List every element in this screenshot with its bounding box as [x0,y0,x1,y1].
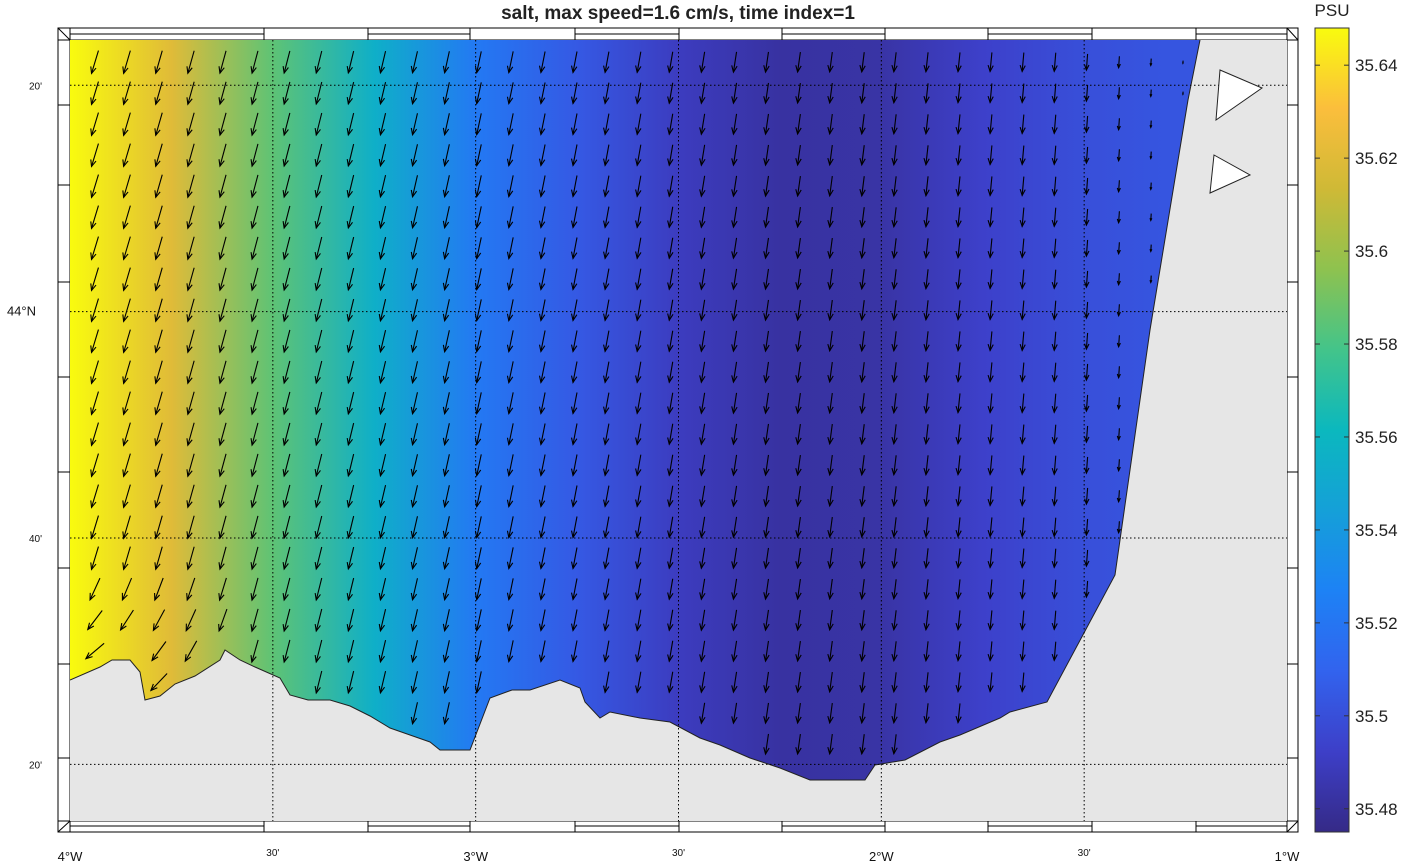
frame-corner [57,820,71,833]
colorbar-tick-label: 35.52 [1355,614,1398,633]
frame-corner [1286,27,1299,41]
x-tick-label: 3°W [463,849,488,864]
colorbar-tick-label: 35.48 [1355,800,1398,819]
colorbar-tick-label: 35.64 [1355,56,1398,75]
frame-corner [1286,820,1299,833]
x-tick-label: 2°W [869,849,894,864]
colorbar: PSU 35.48 35.5 35.52 35.54 35.56 35.58 35.6 35.… [1314,1,1398,833]
colorbar-scale [1314,27,1350,833]
colorbar-tick-label: 35.54 [1355,521,1398,540]
current-arrow [1182,91,1184,96]
x-tick-label: 30' [1078,848,1091,859]
y-tick-label: 20' [29,760,42,771]
colorbar-tick-label: 35.58 [1355,335,1398,354]
x-axis-ticks: 4°W 30' 3°W 30' 2°W 30' 1°W [58,848,1300,864]
colorbar-label: PSU [1315,1,1350,20]
current-arrow [1182,60,1184,65]
y-tick-label: 44°N [7,304,36,319]
salinity-map-figure: salt, max speed=1.6 cm/s, time index=1 4… [7,1,1398,864]
colorbar-tick-label: 35.6 [1355,242,1388,261]
x-tick-label: 4°W [58,849,83,864]
colorbar-tick-label: 35.56 [1355,428,1398,447]
x-tick-label: 30' [266,848,279,859]
x-tick-label: 1°W [1275,849,1300,864]
y-axis-ticks: 20' 40' 44°N 20' [7,81,42,771]
y-tick-label: 40' [29,534,42,545]
chart-title: salt, max speed=1.6 cm/s, time index=1 [501,3,855,24]
x-tick-label: 30' [672,848,685,859]
y-tick-label: 20' [29,81,42,92]
frame-corner [57,27,71,41]
colorbar-tick-label: 35.62 [1355,149,1398,168]
colorbar-tick-label: 35.5 [1355,707,1388,726]
